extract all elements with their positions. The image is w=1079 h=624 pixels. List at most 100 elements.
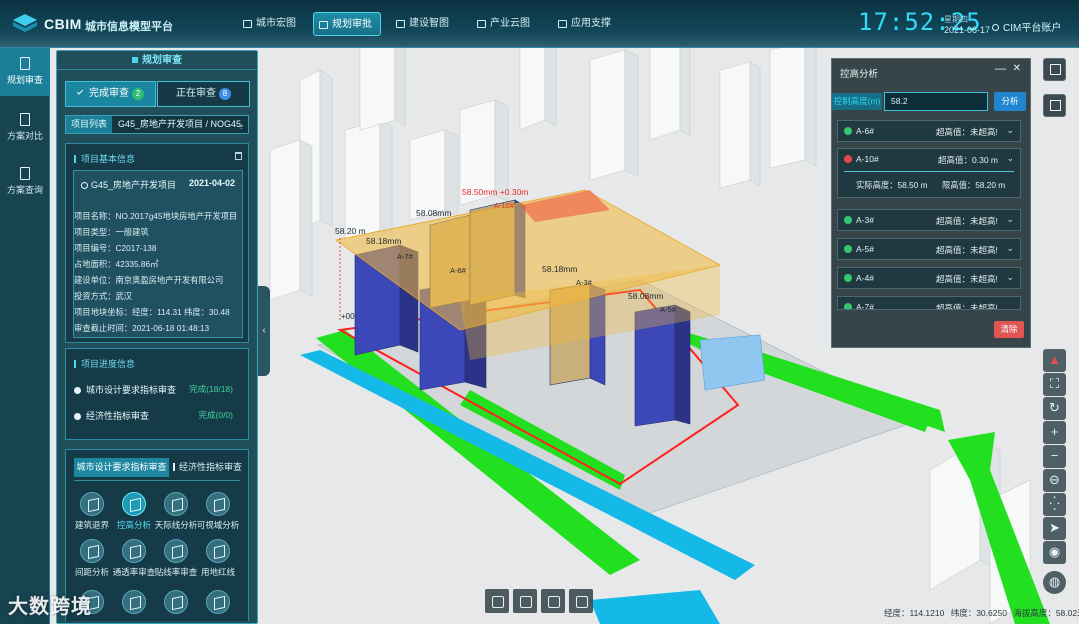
user-account[interactable]: CIM平台账户 xyxy=(992,19,1061,34)
info-project-code: 项目编号：C2017-138 xyxy=(74,243,157,253)
compass-button[interactable]: ▲ xyxy=(1043,349,1066,372)
result-item-a10-expanded[interactable]: A-10# 超高值：0.30 m ⌄ 实际高度：58.50 m 限高值：58.20 m xyxy=(837,148,1021,198)
tool-more[interactable] xyxy=(153,590,199,617)
title-marker-icon xyxy=(132,57,138,63)
clear-button[interactable]: 清除 xyxy=(994,321,1024,338)
coordinate-readout: 经度：114.1210 纬度：30.6250 海拔高度：58.02米 xyxy=(884,607,1079,619)
layers-button[interactable] xyxy=(1043,58,1066,81)
fullscreen-icon: ⛶ xyxy=(1049,376,1060,391)
globe-button[interactable]: ◍ xyxy=(1043,571,1066,594)
info-coordinates: 项目地块坐标：经度：114.31 纬度：30.48 xyxy=(74,307,230,317)
reset-view-button[interactable]: ↻ xyxy=(1043,397,1066,420)
locate-button[interactable]: ➤ xyxy=(1043,517,1066,540)
debug-tool-button[interactable] xyxy=(569,589,593,613)
project-icon xyxy=(81,182,88,189)
longitude: 经度：114.1210 xyxy=(884,608,945,618)
grid-icon: ⁛ xyxy=(1049,496,1060,511)
zoom-in-button[interactable]: + xyxy=(1043,421,1066,444)
in-review-count-badge: 8 xyxy=(219,88,231,100)
height-label: 58.18mm xyxy=(366,236,402,246)
nav-tab-industry[interactable]: 产业云图 xyxy=(472,12,530,36)
review-panel: 规划审查 完成审查 2 正在审查 8 项目列表 G45_房地产开发项目 / NOG4… xyxy=(56,50,258,624)
measure-tool-button[interactable] xyxy=(485,589,509,613)
divider xyxy=(844,171,1014,172)
minimize-button[interactable]: — xyxy=(995,63,1006,75)
result-item-a5[interactable]: A-5# 超高值：未超高! ⌄ xyxy=(837,238,1021,260)
nav-tab-planning-approval[interactable]: 规划审批 xyxy=(313,12,381,36)
project-date: 2021-04-02 xyxy=(188,178,235,188)
rail-item-query[interactable]: 方案查询 xyxy=(0,158,50,206)
shirt-button[interactable] xyxy=(1043,94,1066,117)
building-label: A-6# xyxy=(450,266,466,275)
project-select-value: G45_房地产开发项目 / NOG45_... xyxy=(118,119,242,129)
result-item-a4[interactable]: A-4# 超高值：未超高! ⌄ xyxy=(837,267,1021,289)
building-icon xyxy=(396,20,405,28)
tool-frontage[interactable]: 贴线率审查 xyxy=(153,539,199,578)
compare-icon xyxy=(20,113,30,126)
cube-icon xyxy=(122,492,146,516)
clip-tool-button[interactable] xyxy=(513,589,537,613)
close-button[interactable]: ✕ xyxy=(1013,63,1021,74)
tool-spacing[interactable]: 间距分析 xyxy=(69,539,115,578)
result-item-a3[interactable]: A-3# 超高值：未超高! ⌄ xyxy=(837,209,1021,231)
check-icon xyxy=(76,88,84,95)
result-item-a7[interactable]: A-7# 超高值：未超高! xyxy=(837,296,1021,310)
tool-height-control[interactable]: 控高分析 xyxy=(111,492,157,531)
trash-icon[interactable] xyxy=(235,152,242,160)
tab-completed-review[interactable]: 完成审查 2 xyxy=(65,81,156,107)
chevron-down-icon: ⌄ xyxy=(1006,125,1014,135)
tool-viewshed[interactable]: 可视域分析 xyxy=(195,492,241,531)
zoom-out-button[interactable]: − xyxy=(1043,445,1066,468)
tool-setback[interactable]: 建筑退界 xyxy=(69,492,115,531)
rail-item-review[interactable]: 规划审查 xyxy=(0,48,50,96)
divider xyxy=(74,480,240,481)
over-status-icon xyxy=(844,155,852,163)
info-deadline: 审查截止时间：2021-06-18 01:48:13 xyxy=(74,323,210,333)
actual-height: 实际高度：58.50 m xyxy=(856,180,928,190)
tab-in-review[interactable]: 正在审查 8 xyxy=(157,81,250,107)
tool-more[interactable] xyxy=(111,590,157,617)
nav-tab-construction[interactable]: 建设智图 xyxy=(391,12,449,36)
result-item-a6[interactable]: A-6# 超高值：未超高! ⌄ xyxy=(837,120,1021,142)
status-dot-icon xyxy=(74,413,81,420)
progress-item-economic[interactable]: 经济性指标审查 xyxy=(74,409,149,422)
tool-redline[interactable]: 用地红线 xyxy=(195,539,241,578)
height-label: 58.08mm xyxy=(416,208,452,218)
eye-icon: ◉ xyxy=(1048,544,1061,559)
project-select[interactable]: 项目列表 G45_房地产开发项目 / NOG45_... ⌄ xyxy=(65,115,249,134)
cube-icon xyxy=(206,492,230,516)
nav-tab-city-map[interactable]: 城市宏图 xyxy=(238,12,296,36)
nav-tab-support[interactable]: 应用支撑 xyxy=(553,12,611,36)
fullscreen-button[interactable]: ⛶ xyxy=(1043,373,1066,396)
tool-permeability[interactable]: 通透率审查 xyxy=(111,539,157,578)
walk-tool-button[interactable] xyxy=(541,589,565,613)
cube-icon xyxy=(122,590,146,614)
control-height-input[interactable]: 58.2 xyxy=(884,92,988,111)
visibility-button[interactable]: ◉ xyxy=(1043,541,1066,564)
progress-item-city-design[interactable]: 城市设计要求指标审查 xyxy=(74,383,176,396)
cube-icon xyxy=(206,590,230,614)
tool-more[interactable] xyxy=(195,590,241,617)
more-tools-row xyxy=(69,590,245,622)
tool-skyline[interactable]: 天际线分析 xyxy=(153,492,199,531)
view-mode-button[interactable]: ⊖ xyxy=(1043,469,1066,492)
ok-status-icon xyxy=(844,245,852,253)
tab-economic-review[interactable]: 经济性指标审查 xyxy=(173,458,242,477)
navigate-icon: ➤ xyxy=(1049,520,1060,535)
cube-icon xyxy=(80,492,104,516)
chevron-down-icon: ⌄ xyxy=(1006,243,1014,253)
height-label: 58.20 m xyxy=(335,226,366,236)
grid-button[interactable]: ⁛ xyxy=(1043,493,1066,516)
info-investment: 投资方式：武汉 xyxy=(74,291,133,301)
home-icon xyxy=(243,20,252,28)
rail-item-compare[interactable]: 方案对比 xyxy=(0,104,50,152)
collapse-panel-button[interactable]: ‹ xyxy=(258,286,270,376)
tab-city-design-review[interactable]: 城市设计要求指标审查 xyxy=(74,458,169,477)
info-project-type: 项目类型：一般建筑 xyxy=(74,227,149,237)
app-title: 城市信息模型平台 xyxy=(85,21,173,33)
altitude: 海拔高度：58.02米 xyxy=(1013,608,1079,618)
analyze-button[interactable]: 分析 xyxy=(994,92,1026,111)
building-label: A-5# xyxy=(660,305,676,314)
chevron-down-icon: ⌄ xyxy=(237,119,245,129)
date: 2021-06-17 xyxy=(944,25,991,35)
